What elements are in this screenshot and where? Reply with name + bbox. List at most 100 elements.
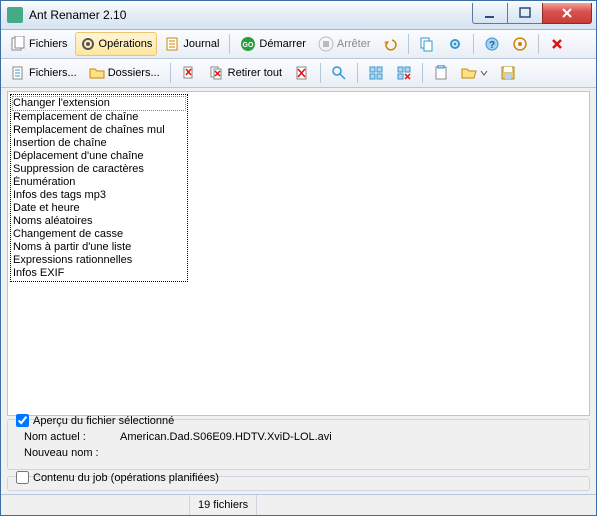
current-name-value: American.Dad.S06E09.HDTV.XviD-LOL.avi <box>120 431 332 443</box>
job-group-label: Contenu du job (opérations planifiées) <box>33 472 219 484</box>
svg-text:?: ? <box>489 40 495 51</box>
stop-button[interactable]: Arrêter <box>313 32 376 56</box>
select-all-button[interactable] <box>363 61 389 85</box>
preview-group-label: Aperçu du fichier sélectionné <box>33 415 174 427</box>
titlebar: Ant Renamer 2.10 <box>1 1 596 30</box>
separator <box>229 34 230 54</box>
separator <box>473 34 474 54</box>
operations-icon <box>80 36 96 52</box>
exit-icon <box>549 36 565 52</box>
minimize-button[interactable] <box>472 3 508 24</box>
close-button[interactable] <box>542 3 592 24</box>
chevron-down-icon <box>480 65 488 81</box>
operation-item[interactable]: Date et heure <box>12 202 186 215</box>
status-file-count: 19 fichiers <box>190 495 257 515</box>
undo-icon <box>382 36 398 52</box>
status-bar: 19 fichiers <box>1 494 596 515</box>
tab-files[interactable]: Fichiers <box>5 32 73 56</box>
separator <box>320 63 321 83</box>
undo-button[interactable] <box>377 32 403 56</box>
operation-item[interactable]: Remplacement de chaîne <box>12 111 186 124</box>
paste-button[interactable] <box>428 61 454 85</box>
save-batch-button[interactable] <box>495 61 521 85</box>
folder-open-icon <box>461 65 477 81</box>
operation-item[interactable]: Noms à partir d'une liste <box>12 241 186 254</box>
remove-all-button[interactable]: Retirer tout <box>204 61 287 85</box>
go-icon: GO <box>240 36 256 52</box>
separator <box>422 63 423 83</box>
svg-text:GO: GO <box>243 42 254 49</box>
operation-item[interactable]: Expressions rationnelles <box>12 254 186 267</box>
remove-all-icon <box>209 65 225 81</box>
clear-icon <box>294 65 310 81</box>
tab-operations-label: Opérations <box>99 38 153 50</box>
tab-operations[interactable]: Opérations <box>75 32 158 56</box>
maximize-button[interactable] <box>507 3 543 24</box>
operation-item[interactable]: Changement de casse <box>12 228 186 241</box>
status-cell-1 <box>1 495 190 515</box>
journal-icon <box>164 36 180 52</box>
new-name-label: Nouveau nom : <box>24 447 114 459</box>
add-files-button[interactable]: Fichiers... <box>5 61 82 85</box>
copy-button[interactable] <box>414 32 440 56</box>
operation-item[interactable]: Suppression de caractères <box>12 163 186 176</box>
info-icon <box>512 36 528 52</box>
copy-icon <box>419 36 435 52</box>
operation-item[interactable]: Insertion de chaîne <box>12 137 186 150</box>
app-window: { "title": "Ant Renamer 2.10", "main_tab… <box>0 0 597 516</box>
current-name-label: Nom actuel : <box>24 431 114 443</box>
tab-files-label: Fichiers <box>29 38 68 50</box>
operation-item[interactable]: Infos EXIF <box>12 267 186 280</box>
help-icon: ? <box>484 36 500 52</box>
job-checkbox[interactable] <box>16 471 29 484</box>
about-button[interactable] <box>507 32 533 56</box>
deselect-button[interactable] <box>391 61 417 85</box>
spacer <box>8 284 589 415</box>
operation-item[interactable]: Infos des tags mp3 <box>12 189 186 202</box>
exit-button[interactable] <box>544 32 570 56</box>
operation-item[interactable]: Remplacement de chaînes mul <box>12 124 186 137</box>
tab-journal[interactable]: Journal <box>159 32 224 56</box>
files-icon <box>10 65 26 81</box>
window-controls <box>473 3 592 23</box>
remove-all-label: Retirer tout <box>228 67 282 79</box>
content-area: Changer l'extensionRemplacement de chaîn… <box>7 91 590 416</box>
stop-label: Arrêter <box>337 38 371 50</box>
stop-icon <box>318 36 334 52</box>
operation-item[interactable]: Changer l'extension <box>12 96 186 111</box>
remove-button[interactable] <box>176 61 202 85</box>
minimize-icon <box>482 5 498 21</box>
tab-journal-label: Journal <box>183 38 219 50</box>
gear-icon <box>447 36 463 52</box>
separator <box>538 34 539 54</box>
start-label: Démarrer <box>259 38 305 50</box>
save-icon <box>500 65 516 81</box>
remove-icon <box>181 65 197 81</box>
grid-x-icon <box>396 65 412 81</box>
preview-checkbox[interactable] <box>16 414 29 427</box>
operation-item[interactable]: Énumération <box>12 176 186 189</box>
job-group: Contenu du job (opérations planifiées) <box>7 476 590 491</box>
maximize-icon <box>517 5 533 21</box>
clipboard-icon <box>433 65 449 81</box>
start-button[interactable]: GO Démarrer <box>235 32 310 56</box>
preview-button[interactable] <box>326 61 352 85</box>
grid-icon <box>368 65 384 81</box>
add-files-label: Fichiers... <box>29 67 77 79</box>
window-title: Ant Renamer 2.10 <box>29 8 126 22</box>
operation-item[interactable]: Déplacement d'une chaîne <box>12 150 186 163</box>
folder-icon <box>89 65 105 81</box>
magnifier-icon <box>331 65 347 81</box>
operation-item[interactable]: Noms aléatoires <box>12 215 186 228</box>
settings-button[interactable] <box>442 32 468 56</box>
operations-list[interactable]: Changer l'extensionRemplacement de chaîn… <box>10 94 188 282</box>
help-button[interactable]: ? <box>479 32 505 56</box>
add-folders-label: Dossiers... <box>108 67 160 79</box>
add-folders-button[interactable]: Dossiers... <box>84 61 165 85</box>
secondary-toolbar: Fichiers... Dossiers... Retirer tout <box>1 59 596 88</box>
open-batch-button[interactable] <box>456 61 493 85</box>
separator <box>408 34 409 54</box>
separator <box>170 63 171 83</box>
app-icon <box>7 7 23 23</box>
clear-button[interactable] <box>289 61 315 85</box>
